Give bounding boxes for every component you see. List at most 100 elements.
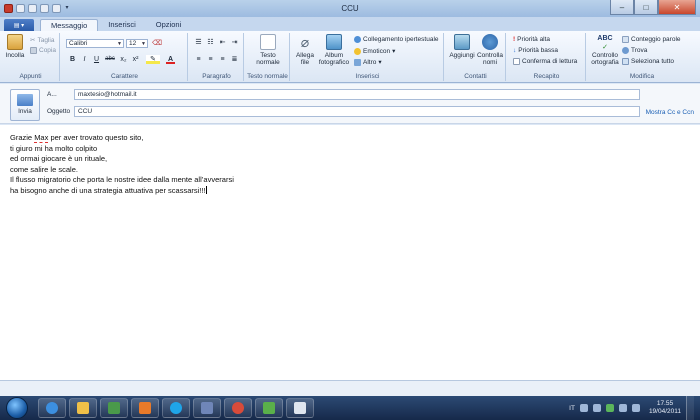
underline-button[interactable]: U [92,55,101,64]
show-desktop-button[interactable] [686,396,694,420]
plain-text-button[interactable]: Testo normale [254,34,282,66]
high-priority-button[interactable]: ! Priorità alta [513,36,550,43]
checkbox-icon [513,58,520,65]
taskbar-button[interactable] [224,398,252,418]
italic-button[interactable]: I [80,55,89,64]
taskbar-apps [38,398,314,418]
start-button[interactable] [6,397,28,419]
clock[interactable]: 17.55 19/04/2011 [649,400,681,416]
minimize-button[interactable]: – [610,0,634,15]
numbered-list-icon[interactable]: ☷ [206,38,215,47]
photo-album-button[interactable]: Album fotografico [318,34,350,66]
taskbar-button[interactable] [69,398,97,418]
group-label: Paragrafo [202,73,231,80]
message-body[interactable]: Grazie Max per aver trovato questo sito,… [0,125,700,380]
group-label: Inserisci [355,73,380,80]
bold-button[interactable]: B [68,55,77,64]
close-button[interactable]: ✕ [658,0,696,15]
strikethrough-button[interactable]: abc [104,55,116,64]
chrome-icon [232,402,244,414]
misspelled-word[interactable]: Max [34,133,49,143]
cut-button[interactable]: ✂ Taglia [30,36,54,45]
highlight-icon[interactable]: ✎ [146,55,160,64]
taskbar-button[interactable] [193,398,221,418]
person-icon [482,34,498,50]
maximize-button[interactable]: □ [634,0,658,15]
group-testo-normale: Testo normale Testo normale [246,33,290,81]
tab-opzioni[interactable]: Opzioni [146,19,191,31]
font-color-button[interactable]: A [166,55,175,64]
taskbar-button[interactable] [286,398,314,418]
align-right-icon[interactable]: ≡ [218,55,227,64]
subscript-button[interactable]: x₂ [119,55,128,64]
decrease-indent-icon[interactable]: ⇤ [218,38,227,47]
system-tray: IT 17.55 19/04/2011 [569,396,700,420]
align-left-icon[interactable]: ≡ [194,55,203,64]
ribbon: Incolla ✂ Taglia Copia Appunti Calibri ▼ … [0,31,700,83]
show-cc-bcc-link[interactable]: Mostra Cc e Ccn [646,109,694,116]
to-field[interactable]: maxtesio@hotmail.it [74,89,640,100]
media-center-icon [108,402,120,414]
group-paragrafo: ☰ ☷ ⇤ ⇥ ≡ ≡ ≡ ≣ Paragrafo [190,33,244,81]
body-text-segment: ed ormai giocare è un rituale, [10,154,108,164]
taskbar-button[interactable] [38,398,66,418]
find-button[interactable]: Trova [622,47,647,54]
superscript-button[interactable]: x² [131,55,140,64]
shield-icon[interactable] [592,404,601,412]
low-priority-button[interactable]: ↓ Priorità bassa [513,47,558,54]
title-bar: ▾ CCU – □ ✕ [0,0,700,17]
clear-format-icon[interactable]: ⌫ [152,39,162,48]
spellcheck-button[interactable]: ABC ✓ Controllo ortografia [590,34,620,66]
align-justify-icon[interactable]: ≣ [230,55,239,64]
help-icon[interactable] [579,404,588,412]
taskbar-button[interactable] [255,398,283,418]
increase-indent-icon[interactable]: ⇥ [230,38,239,47]
exclamation-icon: ! [513,36,516,43]
body-text-segment: ti giuro mi ha molto colpito [10,143,98,153]
group-inserisci: ⌀ Allega file Album fotografico Collegam… [292,33,444,81]
language-indicator[interactable]: IT [569,405,575,412]
globe-link-icon [354,36,361,43]
status-icon[interactable] [605,404,614,412]
smiley-icon [354,47,361,55]
emoticon-button[interactable]: Emoticon ▾ [354,47,395,55]
taskbar-button[interactable] [162,398,190,418]
copy-button[interactable]: Copia [30,47,56,54]
tab-messaggio[interactable]: Messaggio [40,19,99,31]
chevron-down-icon: ▾ [378,59,382,66]
body-text-segment: Il flusso migratorio che porta le nostre… [10,175,234,185]
scissors-icon: ✂ [30,37,36,44]
to-label[interactable]: A... [47,91,57,98]
chevron-down-icon: ▼ [141,41,146,47]
read-receipt-checkbox[interactable]: Conferma di lettura [513,58,577,65]
group-label: Carattere [110,73,139,80]
file-menu-button[interactable]: ▤ ▾ [4,19,34,31]
photo-album-icon [326,34,342,50]
word-count-button[interactable]: Conteggio parole [622,36,681,43]
select-all-button[interactable]: Seleziona tutto [622,58,674,65]
subject-field[interactable]: CCU [74,106,640,117]
tab-inserisci[interactable]: Inserisci [98,19,146,31]
body-line: ed ormai giocare è un rituale, [10,154,690,165]
group-appunti: Incolla ✂ Taglia Copia Appunti [2,33,60,81]
paste-button[interactable]: Incolla [5,34,25,59]
send-button[interactable]: Invia [10,89,40,121]
group-label: Recapito [533,73,560,80]
font-size-select[interactable]: 12 ▼ [126,39,148,48]
attach-file-button[interactable]: ⌀ Allega file [294,34,316,66]
align-center-icon[interactable]: ≡ [206,55,215,64]
add-contact-button[interactable]: Aggiungi [448,34,476,59]
volume-icon[interactable] [631,404,640,412]
check-names-button[interactable]: Controlla nomi [476,34,504,66]
taskbar-button[interactable] [131,398,159,418]
document-icon [260,34,276,50]
body-line: Grazie Max per aver trovato questo sito, [10,133,690,144]
taskbar-button[interactable] [100,398,128,418]
group-contatti: Aggiungi Controlla nomi Contatti [446,33,506,81]
network-icon[interactable] [618,404,627,412]
other-insert-button[interactable]: Altro ▾ [354,58,382,66]
bullet-list-icon[interactable]: ☰ [194,38,203,47]
clock-date: 19/04/2011 [648,408,681,415]
font-family-select[interactable]: Calibri ▼ [66,39,124,48]
hyperlink-button[interactable]: Collegamento ipertestuale [354,36,439,43]
